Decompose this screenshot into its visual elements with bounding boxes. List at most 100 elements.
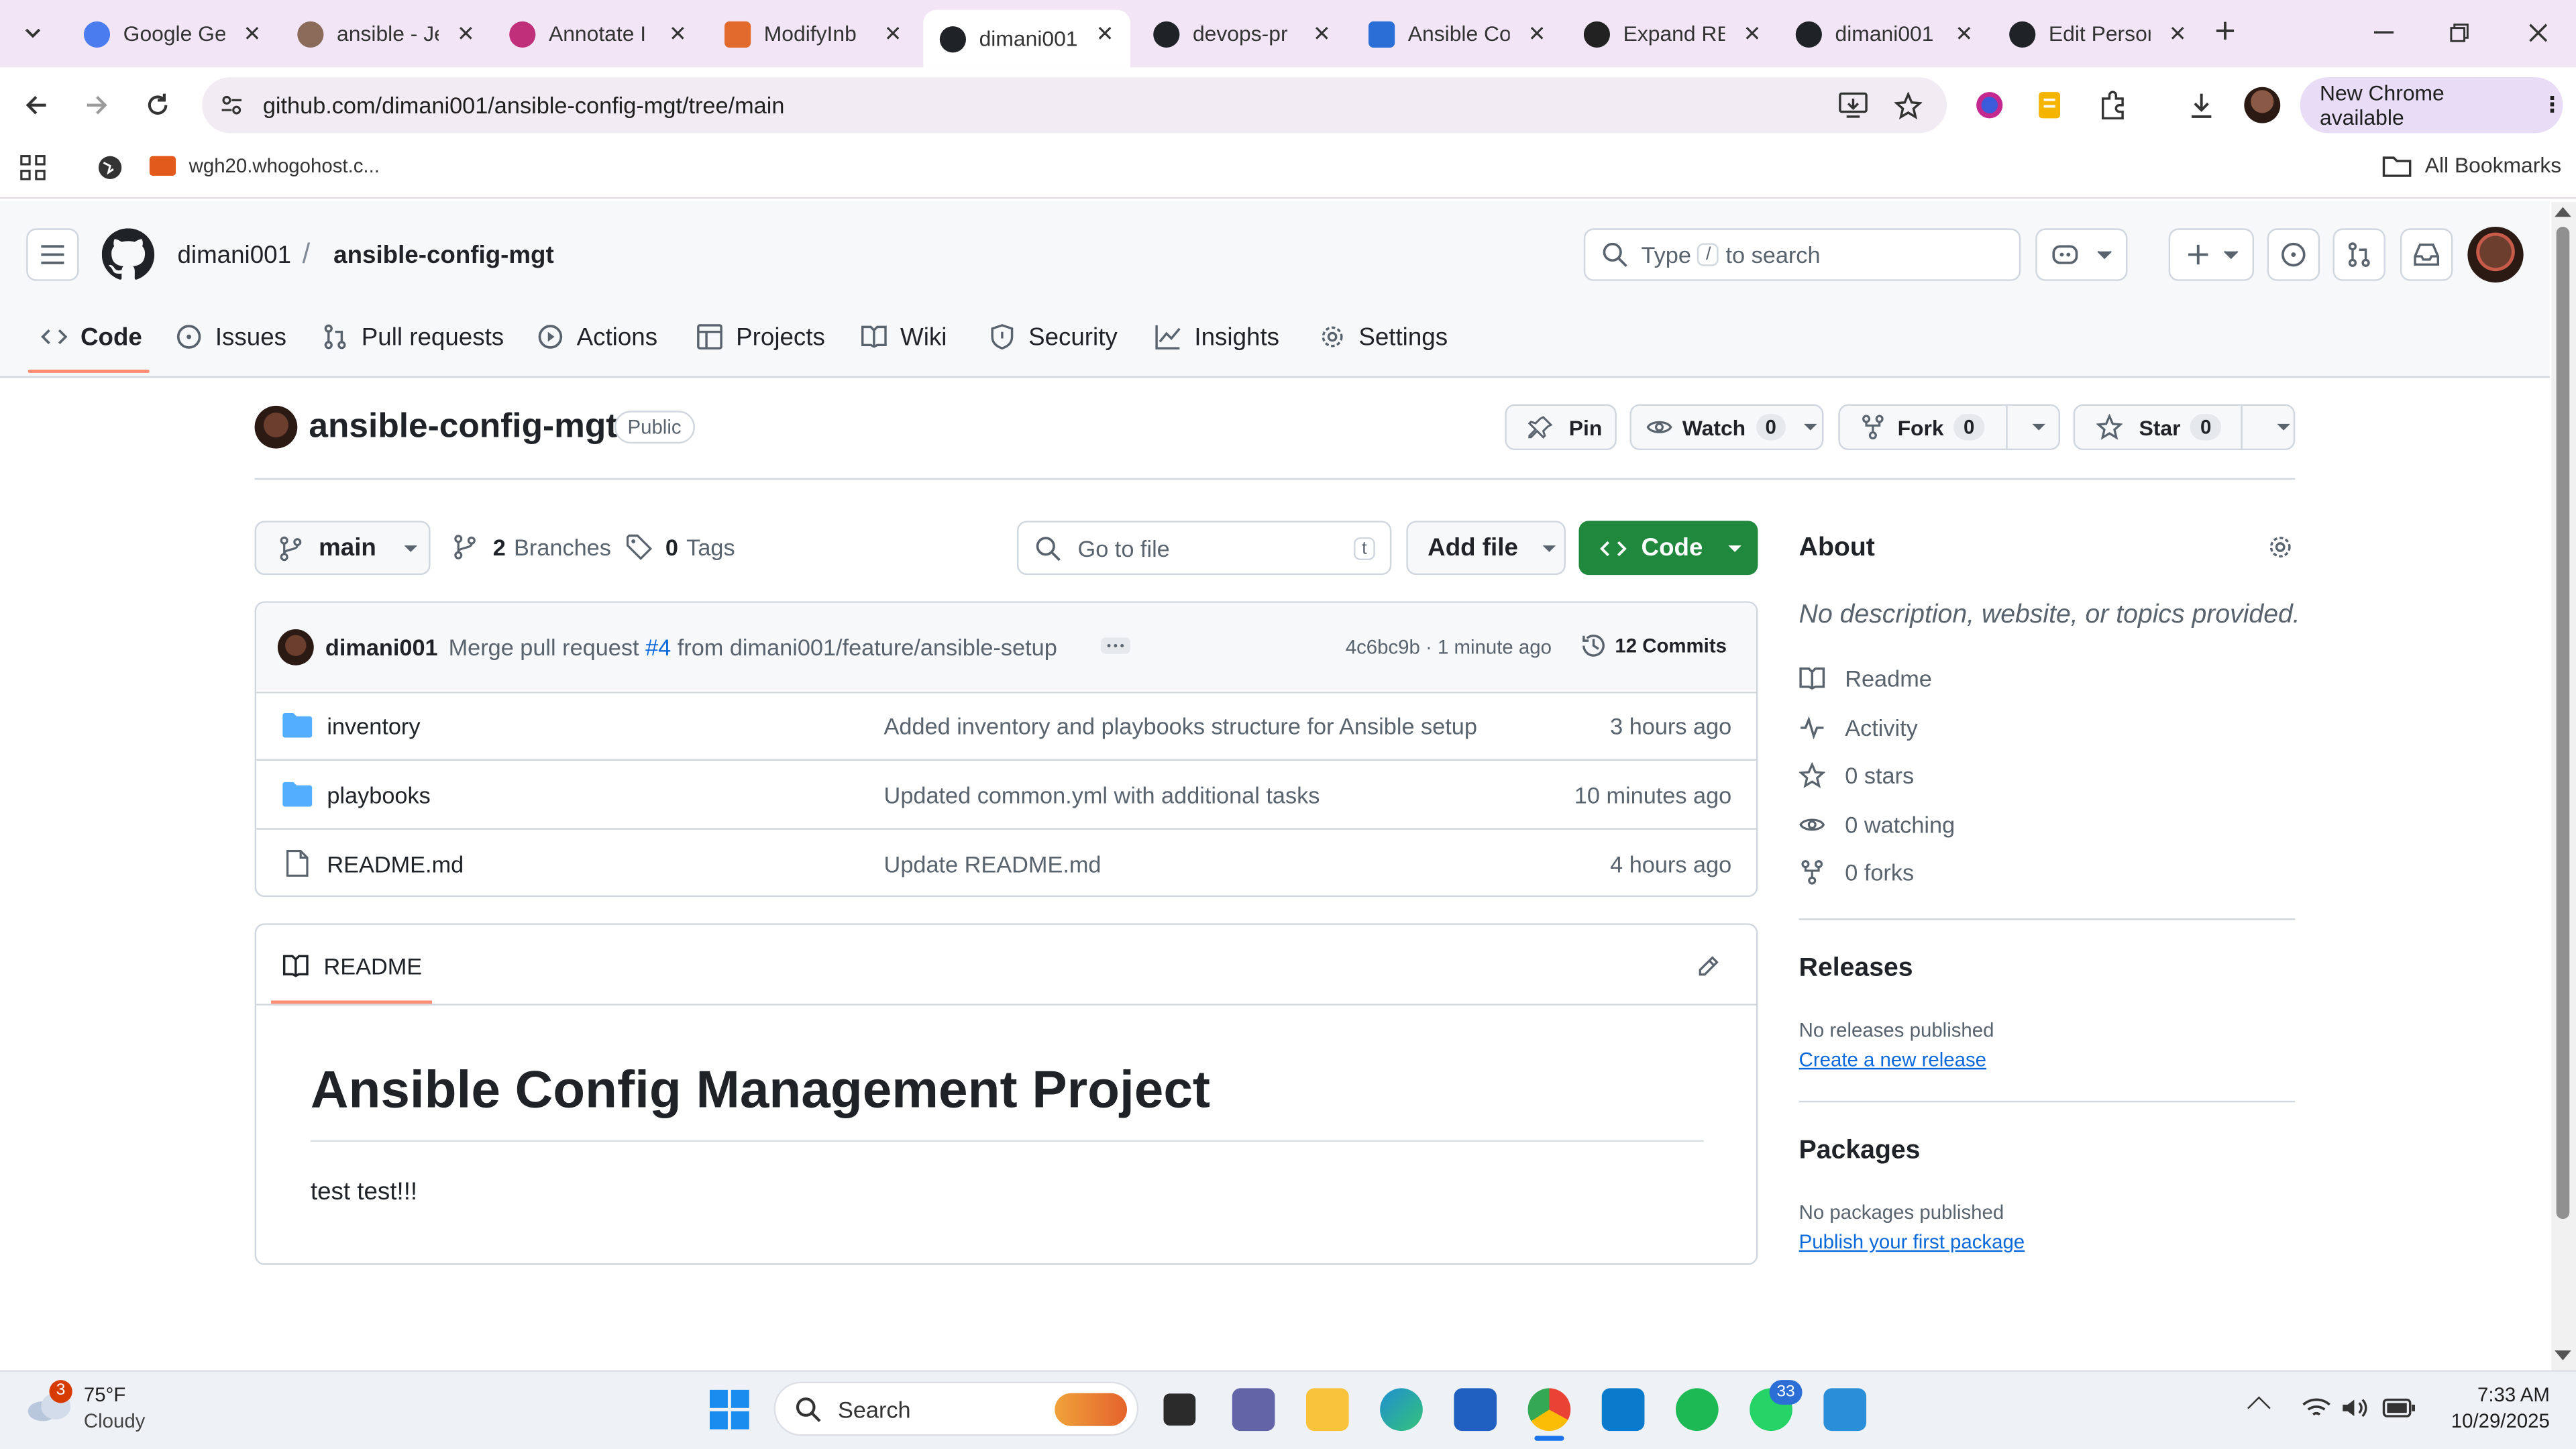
file-explorer-icon[interactable] [1305,1388,1349,1432]
tab-close-icon[interactable]: ✕ [669,21,687,48]
sidebar-readme-link[interactable]: Readme [1799,665,1932,692]
copilot-button[interactable] [2035,228,2128,281]
file-name[interactable]: playbooks [327,782,430,808]
wifi-icon[interactable] [2300,1391,2333,1424]
teams-icon[interactable] [1232,1388,1275,1432]
back-icon[interactable] [16,85,56,125]
tab-insights[interactable]: Insights [1155,315,1279,358]
file-commit-message[interactable]: Added inventory and playbooks structure … [884,713,1477,739]
owner-link[interactable]: dimani001 [177,241,291,270]
file-commit-message[interactable]: Update README.md [884,851,1102,877]
extension-color-icon[interactable] [1972,87,2008,123]
commit-message[interactable]: Merge pull request #4 from dimani001/fea… [449,634,1057,660]
hamburger-button[interactable] [26,228,79,281]
edge-icon[interactable] [1380,1388,1423,1432]
more-menu-icon[interactable]: ⋮ [2542,92,2563,118]
extensions-puzzle-icon[interactable] [2094,87,2131,123]
volume-icon[interactable] [2339,1391,2372,1424]
tab-close-icon[interactable]: ✕ [244,21,262,48]
chrome-update-button[interactable]: New Chrome available ⋮ [2300,77,2563,133]
file-row[interactable]: README.md Update README.md 4 hours ago [256,828,1758,895]
download-icon[interactable] [2184,87,2220,123]
store-icon[interactable] [1454,1388,1497,1432]
all-bookmarks[interactable]: All Bookmarks [2382,153,2561,177]
sidebar-forks-link[interactable]: 0 forks [1799,859,1914,885]
file-commit-message[interactable]: Updated common.yml with additional tasks [884,782,1320,808]
packages-title[interactable]: Packages [1799,1137,1921,1167]
url-text[interactable]: github.com/dimani001/ansible-config-mgt/… [263,92,785,118]
task-view-icon[interactable] [1163,1393,1196,1426]
browser-tab[interactable]: devops-pr ✕ [1137,10,1347,58]
fork-button[interactable]: Fork 0 [1838,404,2061,451]
site-info-icon[interactable] [215,89,248,121]
tab-close-icon[interactable]: ✕ [457,21,475,48]
sidebar-watching-link[interactable]: 0 watching [1799,812,1955,838]
tab-close-icon[interactable]: ✕ [1313,21,1331,48]
extension-notes-icon[interactable] [2032,87,2068,123]
global-search-input[interactable]: Type / to search [1583,228,2021,281]
taskbar-search[interactable]: Search [773,1381,1139,1436]
tab-code[interactable]: Code [41,315,142,358]
tab-close-icon[interactable]: ✕ [1528,21,1546,48]
new-tab-button[interactable]: + [2214,10,2235,53]
tab-close-icon[interactable]: ✕ [2169,21,2187,48]
tab-close-icon[interactable]: ✕ [884,21,902,48]
repo-name-link[interactable]: ansible-config-mgt [333,241,554,270]
weather-widget[interactable]: 3 75°F Cloudy [26,1380,191,1439]
create-new-button[interactable] [2168,228,2255,281]
tab-close-icon[interactable]: ✕ [1955,21,1974,48]
star-button[interactable]: Star 0 [2073,404,2296,451]
releases-title[interactable]: Releases [1799,955,1913,984]
tab-wiki[interactable]: Wiki [861,315,947,358]
apps-grid-icon[interactable] [16,151,49,184]
code-button[interactable]: Code [1578,521,1758,576]
tab-issues[interactable]: Issues [176,315,286,358]
profile-avatar[interactable] [2244,87,2281,123]
browser-tab[interactable]: Edit Persor ✕ [1993,10,2203,58]
tab-security[interactable]: Security [989,315,1118,358]
pull-requests-button[interactable] [2332,228,2385,281]
about-settings-gear-icon[interactable] [2264,531,2297,564]
tags-link[interactable]: 0 Tags [626,534,735,560]
browser-tab[interactable]: ansible - Je ✕ [281,10,491,58]
branch-selector[interactable]: main [254,521,431,576]
commits-link[interactable]: 12 Commits [1580,633,1727,659]
minimize-icon[interactable] [2363,13,2406,53]
bookmark-item[interactable]: wgh20.whogohost.c... [149,154,380,177]
tab-projects[interactable]: Projects [696,315,825,358]
branches-link[interactable]: 2 Branches [453,534,611,560]
github-logo-icon[interactable] [100,227,156,282]
edit-readme-button[interactable] [1689,948,1725,984]
browser-tab[interactable]: Expand RE ✕ [1567,10,1777,58]
browser-tab[interactable]: Ansible Co ✕ [1352,10,1562,58]
tab-close-icon[interactable]: ✕ [1743,21,1762,48]
close-window-icon[interactable] [2517,13,2560,53]
globe-icon[interactable] [94,151,127,184]
scrollbar-thumb[interactable] [2556,226,2570,1220]
file-name[interactable]: README.md [327,851,464,877]
create-release-link[interactable]: Create a new release [1799,1048,1986,1071]
file-row[interactable]: playbooks Updated common.yml with additi… [256,759,1758,826]
photos-icon[interactable] [1823,1388,1867,1432]
start-button[interactable] [709,1389,749,1430]
bookmark-star-icon[interactable] [1889,87,1925,123]
scroll-up-icon[interactable] [2555,207,2571,217]
vscode-icon[interactable] [1601,1388,1645,1432]
restore-icon[interactable] [2438,13,2481,53]
pr-link[interactable]: #4 [645,634,671,660]
sidebar-activity-link[interactable]: Activity [1799,714,1918,741]
clock[interactable]: 7:33 AM 10/29/2025 [2422,1382,2550,1434]
tab-settings[interactable]: Settings [1320,315,1448,358]
tab-actions[interactable]: Actions [537,315,657,358]
add-file-button[interactable]: Add file [1406,521,1566,576]
chrome-icon[interactable] [1527,1388,1571,1432]
scroll-down-icon[interactable] [2555,1350,2571,1360]
file-name[interactable]: inventory [327,713,420,739]
browser-tab[interactable]: dimani001 ✕ [1779,10,1989,58]
install-app-icon[interactable] [1835,87,1872,123]
issues-button[interactable] [2267,228,2320,281]
commit-sha-time[interactable]: 4c6bc9b · 1 minute ago [1346,636,1552,659]
file-row[interactable]: inventory Added inventory and playbooks … [256,692,1758,759]
inbox-button[interactable] [2400,228,2453,281]
reload-icon[interactable] [138,85,178,125]
